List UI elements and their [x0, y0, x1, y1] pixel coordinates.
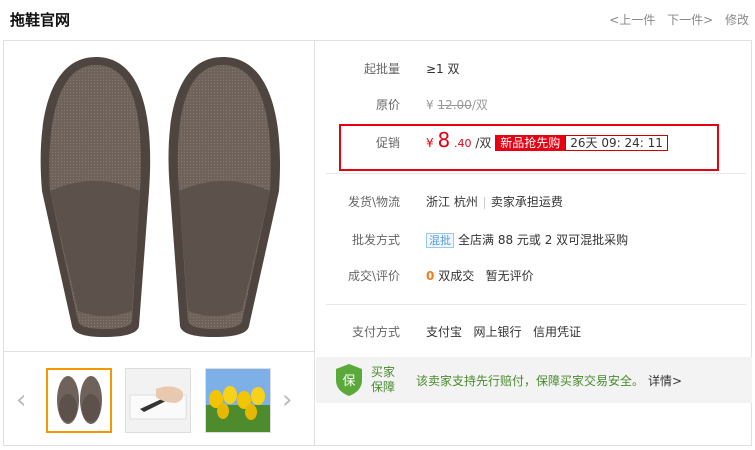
- sold-label: 双成交: [438, 269, 475, 283]
- shipping-divider: [483, 196, 485, 209]
- wholesale-label: 批发方式: [351, 233, 400, 247]
- guarantee-title-line2: 保障: [371, 380, 396, 394]
- promo-price-dec: .40: [454, 137, 472, 150]
- thumbnail-slippers[interactable]: [46, 368, 112, 433]
- thumbnail-prev-arrow[interactable]: ‹: [16, 385, 26, 415]
- new-product-badge: 新品抢先购: [495, 135, 566, 151]
- row-shipping: 发货\物流 浙江 杭州 卖家承担运费: [316, 192, 752, 212]
- buyer-guarantee-banner: 保 买家 保障 该卖家支持先行赔付，保障买家交易安全。 详情>: [316, 357, 752, 403]
- row-moq: 起批量 ≥1 双: [316, 59, 752, 79]
- divider-2: [326, 304, 746, 305]
- product-info: 起批量 ≥1 双 原价 ¥ 12.00/双 促销 ¥ 8 .40 /双 新品抢先…: [316, 41, 752, 445]
- row-payment: 支付方式 支付宝 网上银行 信用凭证: [316, 322, 752, 342]
- page-title: 拖鞋官网: [10, 11, 71, 29]
- payment-label: 支付方式: [351, 325, 400, 339]
- thumbnail-writing[interactable]: [125, 368, 191, 433]
- thumbnail-flowers[interactable]: [205, 368, 271, 433]
- product-gallery: ‹ ›: [4, 41, 315, 445]
- guarantee-desc-text: 该卖家支持先行赔付，保障买家交易安全。: [416, 374, 645, 388]
- next-item-link[interactable]: 下一件>: [667, 13, 713, 27]
- reviews-label: 成交\评价: [347, 269, 400, 283]
- row-promo-price: 促销 ¥ 8 .40 /双 新品抢先购 26天 09: 24: 11: [316, 130, 752, 154]
- promo-unit: /双: [475, 136, 492, 150]
- thumbnail-next-arrow[interactable]: ›: [282, 385, 292, 415]
- moq-value: ≥1 双: [426, 62, 460, 76]
- mixed-batch-tag: 混批: [426, 233, 454, 248]
- prev-item-link[interactable]: <上一件: [609, 13, 655, 27]
- promo-price-int: 8: [437, 128, 451, 152]
- review-status[interactable]: 暂无评价: [486, 269, 534, 283]
- shipping-fee: 卖家承担运费: [490, 195, 563, 209]
- thumbnail-strip: ‹ ›: [4, 353, 315, 445]
- guarantee-description: 该卖家支持先行赔付，保障买家交易安全。 详情>: [416, 372, 682, 389]
- row-original-price: 原价 ¥ 12.00/双: [316, 95, 752, 115]
- promo-price-value: ¥ 8 .40 /双 新品抢先购 26天 09: 24: 11: [426, 130, 668, 154]
- divider-1: [326, 173, 746, 174]
- payment-alipay: 支付宝: [426, 325, 463, 339]
- moq-label: 起批量: [363, 62, 400, 76]
- original-unit: /双: [471, 98, 488, 112]
- main-product-image[interactable]: [4, 41, 315, 352]
- shipping-label: 发货\物流: [347, 195, 400, 209]
- row-wholesale: 批发方式 混批 全店满 88 元或 2 双可混批采购: [316, 230, 752, 250]
- promo-label: 促销: [375, 136, 400, 150]
- wholesale-desc: 全店满 88 元或 2 双可混批采购: [458, 233, 629, 247]
- original-price-value: ¥ 12.00/双: [426, 95, 488, 115]
- row-reviews: 成交\评价 0 双成交 暂无评价: [316, 266, 752, 286]
- slippers-thumb-image: [48, 370, 110, 431]
- wholesale-value: 混批 全店满 88 元或 2 双可混批采购: [426, 230, 628, 251]
- tulips-thumb-image: [206, 369, 270, 432]
- item-nav: <上一件 下一件> 修改: [601, 11, 749, 28]
- payment-credit: 信用凭证: [532, 325, 581, 339]
- shipping-value: 浙江 杭州 卖家承担运费: [426, 192, 563, 212]
- original-price: 12.00: [437, 98, 472, 112]
- edit-link[interactable]: 修改: [725, 13, 749, 27]
- shield-icon: 保: [336, 364, 362, 396]
- slippers-image: [40, 57, 281, 337]
- payment-methods: 支付宝 网上银行 信用凭证: [426, 322, 581, 342]
- original-currency: ¥: [426, 98, 434, 112]
- sold-count: 0: [426, 269, 435, 283]
- countdown-timer: 26天 09: 24: 11: [565, 135, 668, 151]
- writing-thumb-image: [126, 369, 190, 432]
- promo-currency: ¥: [426, 136, 434, 150]
- original-price-label: 原价: [375, 98, 400, 112]
- reviews-value: 0 双成交 暂无评价: [426, 266, 534, 286]
- guarantee-details-link[interactable]: 详情>: [648, 374, 682, 388]
- product-panel: ‹ › 起批量 ≥1 双 原价 ¥ 12.00/双 促销 ¥ 8 .40 /双 …: [3, 40, 752, 446]
- payment-online-bank: 网上银行: [473, 325, 522, 339]
- guarantee-title: 买家 保障: [371, 365, 411, 395]
- guarantee-title-line1: 买家: [371, 365, 396, 379]
- shield-char: 保: [342, 374, 355, 389]
- shipping-origin: 浙江 杭州: [426, 195, 478, 209]
